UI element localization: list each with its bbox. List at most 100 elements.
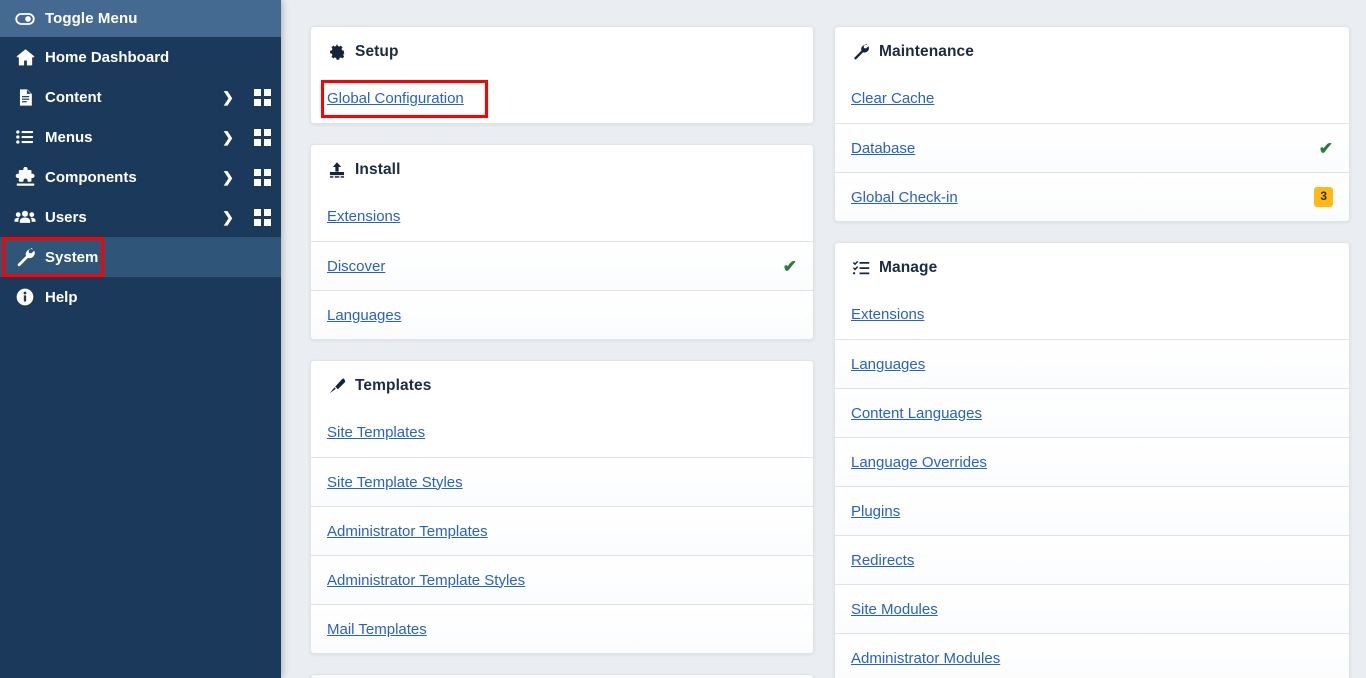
card-header: Install	[311, 145, 813, 192]
link-administrator-modules[interactable]: Administrator Modules	[851, 650, 1000, 667]
list-item: Redirects	[835, 535, 1349, 584]
link-language-overrides[interactable]: Language Overrides	[851, 454, 987, 471]
chevron-right-icon[interactable]: ❯	[213, 209, 243, 226]
link-administrator-template-styles[interactable]: Administrator Template Styles	[327, 572, 525, 589]
list-icon	[8, 127, 42, 147]
upload-icon	[327, 160, 346, 179]
list-item: Mail Templates	[311, 604, 813, 653]
link-manage-extensions[interactable]: Extensions	[851, 306, 924, 323]
card-list: Site Templates Site Template Styles Admi…	[311, 408, 813, 653]
list-item: Discover ✔	[311, 241, 813, 290]
status-badge: 3	[1314, 187, 1333, 206]
link-discover[interactable]: Discover	[327, 258, 385, 275]
card-templates: Templates Site Templates Site Template S…	[310, 360, 814, 654]
right-column: Maintenance Clear Cache Database ✔ Globa…	[834, 26, 1350, 678]
grid-icon[interactable]	[243, 89, 281, 106]
link-site-template-styles[interactable]: Site Template Styles	[327, 474, 463, 491]
card-manage: Manage Extensions Languages Content Lang…	[834, 242, 1350, 678]
card-header: Maintenance	[835, 27, 1349, 74]
card-header: Manage	[835, 243, 1349, 290]
sidebar-item-users[interactable]: Users ❯	[0, 197, 281, 237]
link-clear-cache[interactable]: Clear Cache	[851, 90, 934, 107]
info-icon	[8, 287, 42, 307]
list-item: Global Check-in 3	[835, 172, 1349, 221]
grid-icon[interactable]	[243, 209, 281, 226]
sidebar-item-components[interactable]: Components ❯	[0, 157, 281, 197]
sidebar-item-menus[interactable]: Menus ❯	[0, 117, 281, 157]
paintbrush-icon	[327, 376, 346, 395]
list-item: Site Template Styles	[311, 457, 813, 506]
sidebar-item-system[interactable]: System	[0, 237, 281, 277]
link-site-templates[interactable]: Site Templates	[327, 424, 425, 441]
main-content: Setup Global Configuration	[281, 0, 1366, 678]
toggle-icon	[8, 9, 42, 29]
card-list: Extensions Discover ✔ Languages	[311, 192, 813, 339]
list-item: Extensions	[835, 290, 1349, 339]
card-title: Manage	[879, 259, 937, 277]
link-install-languages[interactable]: Languages	[327, 307, 401, 324]
link-database[interactable]: Database	[851, 140, 915, 157]
list-item: Languages	[311, 290, 813, 339]
card-header: Setup	[311, 27, 813, 74]
sidebar-item-help[interactable]: Help	[0, 277, 281, 317]
link-plugins[interactable]: Plugins	[851, 503, 900, 520]
document-icon	[8, 88, 42, 107]
grid-icon[interactable]	[243, 169, 281, 186]
check-icon: ✔	[1319, 140, 1333, 157]
list-item: Administrator Modules	[835, 633, 1349, 678]
chevron-right-icon[interactable]: ❯	[213, 89, 243, 106]
card-install: Install Extensions Discover ✔ Languages	[310, 144, 814, 340]
sidebar-nav: Home Dashboard Content ❯	[0, 37, 281, 678]
list-item: Database ✔	[835, 123, 1349, 172]
link-mail-templates[interactable]: Mail Templates	[327, 621, 427, 638]
list-item: Language Overrides	[835, 437, 1349, 486]
link-install-extensions[interactable]: Extensions	[327, 208, 400, 225]
sidebar-item-label: System	[45, 249, 281, 266]
puzzle-icon	[8, 167, 42, 188]
list-item: Extensions	[311, 192, 813, 241]
list-item: Administrator Templates	[311, 506, 813, 555]
sidebar-item-label: Menus	[45, 129, 213, 146]
sidebar-item-label: Content	[45, 89, 213, 106]
list-item: Site Modules	[835, 584, 1349, 633]
list-check-icon	[851, 258, 870, 277]
sidebar: Toggle Menu Home Dashboard	[0, 0, 281, 678]
link-redirects[interactable]: Redirects	[851, 552, 914, 569]
grid-icon[interactable]	[243, 129, 281, 146]
card-list: Extensions Languages Content Languages L…	[835, 290, 1349, 678]
list-item: Languages	[835, 339, 1349, 388]
gear-icon	[327, 42, 346, 61]
wrench-icon	[8, 247, 42, 268]
link-manage-languages[interactable]: Languages	[851, 356, 925, 373]
link-administrator-templates[interactable]: Administrator Templates	[327, 523, 488, 540]
link-site-modules[interactable]: Site Modules	[851, 601, 938, 618]
sidebar-item-label: Users	[45, 209, 213, 226]
card-list: Clear Cache Database ✔ Global Check-in 3	[835, 74, 1349, 221]
wrench-icon	[851, 42, 870, 61]
chevron-right-icon[interactable]: ❯	[213, 129, 243, 146]
sidebar-item-label: Home Dashboard	[45, 49, 281, 66]
card-title: Templates	[355, 377, 431, 395]
sidebar-item-label: Components	[45, 169, 213, 186]
link-content-languages[interactable]: Content Languages	[851, 405, 982, 422]
card-title: Maintenance	[879, 43, 974, 61]
toggle-menu-button[interactable]: Toggle Menu	[0, 0, 281, 37]
card-partial-below	[310, 674, 814, 678]
card-title: Install	[355, 161, 401, 179]
card-title: Setup	[355, 43, 399, 61]
list-item: Content Languages	[835, 388, 1349, 437]
card-maintenance: Maintenance Clear Cache Database ✔ Globa…	[834, 26, 1350, 222]
admin-page: Toggle Menu Home Dashboard	[0, 0, 1366, 678]
list-item: Site Templates	[311, 408, 813, 457]
link-global-configuration[interactable]: Global Configuration	[327, 90, 464, 107]
chevron-right-icon[interactable]: ❯	[213, 169, 243, 186]
card-setup: Setup Global Configuration	[310, 26, 814, 124]
sidebar-item-label: Help	[45, 289, 281, 306]
sidebar-item-home-dashboard[interactable]: Home Dashboard	[0, 37, 281, 77]
list-item: Global Configuration	[311, 74, 813, 123]
sidebar-item-content[interactable]: Content ❯	[0, 77, 281, 117]
link-global-check-in[interactable]: Global Check-in	[851, 189, 958, 206]
card-header: Templates	[311, 361, 813, 408]
toggle-menu-label: Toggle Menu	[45, 10, 137, 27]
check-icon: ✔	[783, 258, 797, 275]
